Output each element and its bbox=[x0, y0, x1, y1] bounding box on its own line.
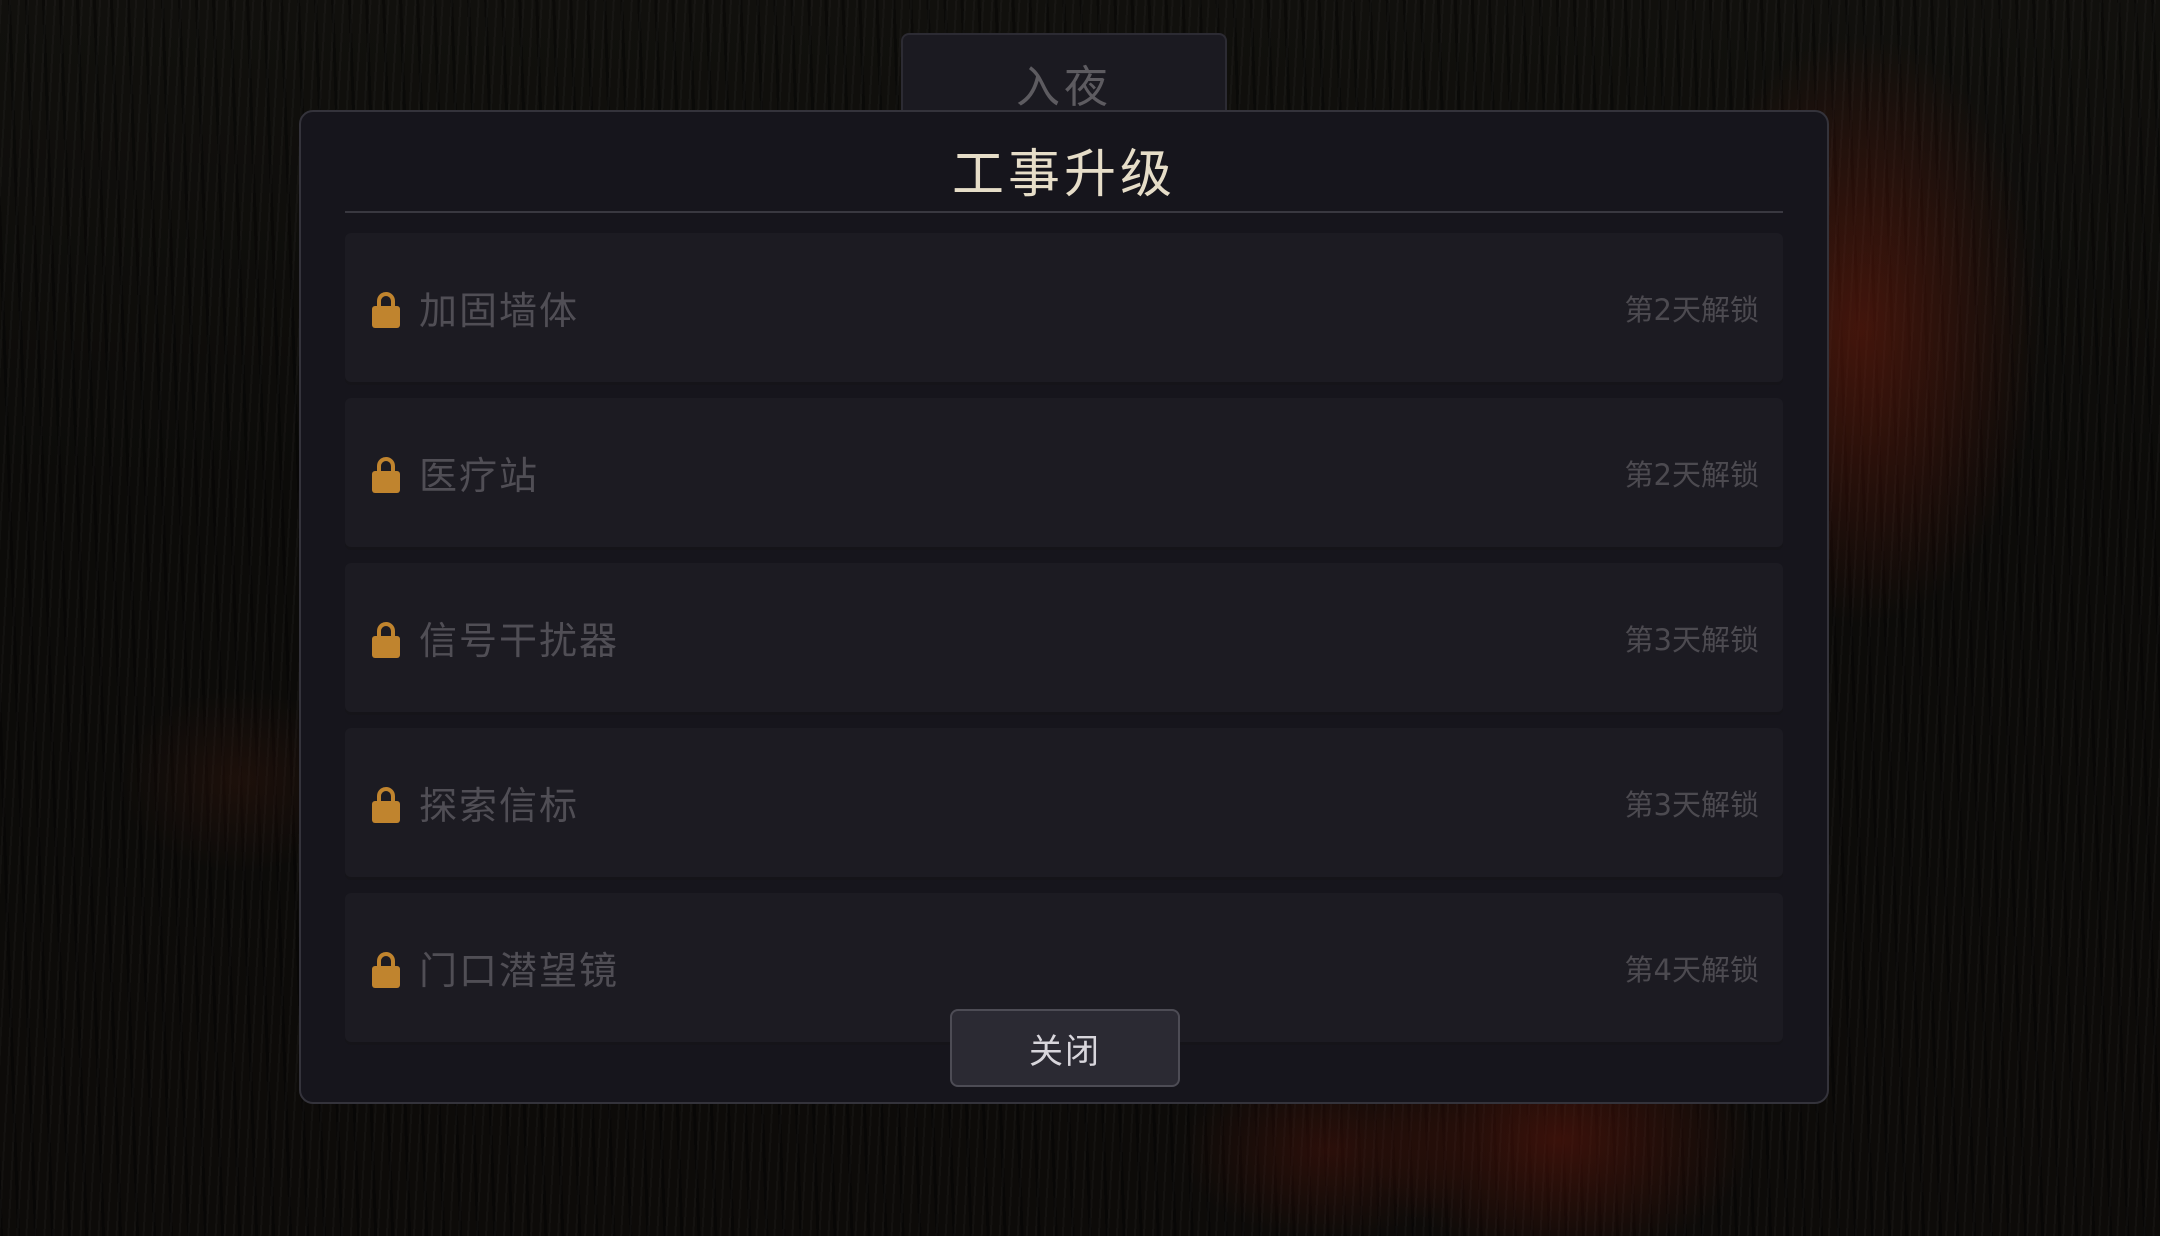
upgrade-row-signal-jammer[interactable]: 信号干扰器 第3天解锁 bbox=[345, 563, 1783, 715]
unlock-status: 第3天解锁 bbox=[1624, 623, 1759, 657]
unlock-status: 第4天解锁 bbox=[1624, 953, 1759, 987]
unlock-status: 第3天解锁 bbox=[1624, 788, 1759, 822]
upgrade-name: 门口潜望镜 bbox=[419, 949, 620, 993]
lock-icon bbox=[372, 952, 400, 988]
lock-icon bbox=[372, 457, 400, 493]
upgrade-panel: 工事升级 加固墙体 第2天解锁 医疗站 第2天解锁 信号干扰器 第3天解锁 探索… bbox=[299, 110, 1829, 1104]
unlock-status: 第2天解锁 bbox=[1624, 293, 1759, 327]
upgrade-name: 探索信标 bbox=[419, 784, 580, 828]
close-button-label: 关闭 bbox=[1029, 1031, 1101, 1072]
upgrade-name: 加固墙体 bbox=[419, 289, 580, 333]
upgrade-row-exploration-beacon[interactable]: 探索信标 第3天解锁 bbox=[345, 728, 1783, 880]
unlock-status: 第2天解锁 bbox=[1624, 458, 1759, 492]
lock-icon bbox=[372, 622, 400, 658]
upgrade-name: 医疗站 bbox=[419, 454, 540, 498]
upgrade-name: 信号干扰器 bbox=[419, 619, 620, 663]
tab-night-label: 入夜 bbox=[1016, 62, 1112, 113]
tab-night[interactable]: 入夜 bbox=[901, 33, 1227, 119]
upgrade-row-medical-station[interactable]: 医疗站 第2天解锁 bbox=[345, 398, 1783, 550]
close-button[interactable]: 关闭 bbox=[950, 1009, 1180, 1087]
title-divider bbox=[345, 211, 1783, 213]
panel-title: 工事升级 bbox=[951, 145, 1176, 205]
lock-icon bbox=[372, 292, 400, 328]
upgrade-row-reinforced-wall[interactable]: 加固墙体 第2天解锁 bbox=[345, 233, 1783, 385]
lock-icon bbox=[372, 787, 400, 823]
